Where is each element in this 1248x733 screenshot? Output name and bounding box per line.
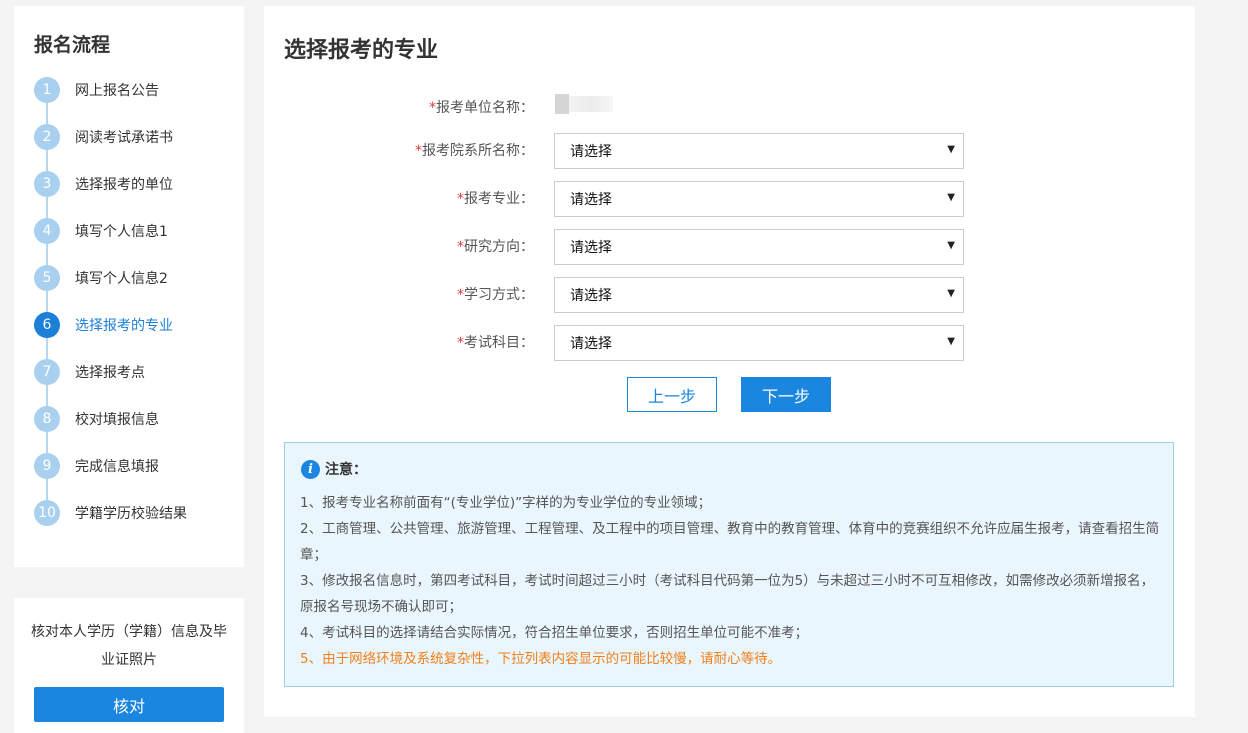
step-label: 填写个人信息1	[75, 224, 168, 240]
step-1: 1 网上报名公告	[34, 77, 159, 103]
label-text: 考试科目：	[464, 335, 534, 351]
department-select[interactable]: 请选择 ▼	[554, 133, 964, 169]
notice-box: i 注意： 1、报考专业名称前面有“(专业学位)”字样的为专业学位的专业领域； …	[284, 442, 1174, 687]
triangle-down-icon: ▼	[947, 288, 955, 299]
step-number: 1	[34, 77, 60, 103]
select-value: 请选择	[570, 336, 612, 352]
notice-item: 2、工商管理、公共管理、旅游管理、工程管理、及工程中的项目管理、教育中的教育管理…	[300, 521, 1160, 563]
select-value: 请选择	[570, 192, 612, 208]
required-mark: *	[429, 100, 436, 116]
prev-step-button[interactable]: 上一步	[627, 377, 717, 412]
sidebar-title: 报名流程	[34, 34, 111, 56]
required-mark: *	[457, 191, 464, 207]
redacted-block	[569, 96, 613, 112]
info-icon: i	[301, 459, 320, 479]
step-label: 选择报考的专业	[75, 318, 173, 334]
major-select[interactable]: 请选择 ▼	[554, 181, 964, 217]
process-sidebar: 报名流程 1 网上报名公告 2 阅读考试承诺书 3 选择报考的单位 4 填写个人…	[14, 6, 244, 567]
label-text: 研究方向：	[464, 239, 534, 255]
direction-label: *研究方向：	[264, 236, 534, 256]
step-number: 5	[34, 265, 60, 291]
required-mark: *	[457, 287, 464, 303]
study-mode-label: *学习方式：	[264, 284, 534, 304]
required-mark: *	[415, 143, 422, 159]
subjects-select[interactable]: 请选择 ▼	[554, 325, 964, 361]
step-connector-line	[46, 91, 48, 514]
step-label: 学籍学历校验结果	[75, 506, 187, 522]
label-text: 报考院系所名称：	[422, 143, 534, 159]
select-value: 请选择	[570, 240, 612, 256]
step-label: 网上报名公告	[75, 83, 159, 99]
step-6-current: 6 选择报考的专业	[34, 312, 173, 338]
step-5: 5 填写个人信息2	[34, 265, 168, 291]
step-9: 9 完成信息填报	[34, 453, 159, 479]
next-step-button[interactable]: 下一步	[741, 377, 831, 412]
redacted-block	[555, 94, 569, 114]
required-mark: *	[457, 239, 464, 255]
required-mark: *	[457, 335, 464, 351]
notice-item: 4、考试科目的选择请结合实际情况，符合招生单位要求，否则招生单位可能不准考；	[300, 625, 809, 641]
step-4: 4 填写个人信息1	[34, 218, 168, 244]
step-8: 8 校对填报信息	[34, 406, 159, 432]
subjects-label: *考试科目：	[264, 332, 534, 352]
department-label: *报考院系所名称：	[264, 140, 534, 160]
step-2: 2 阅读考试承诺书	[34, 124, 173, 150]
notice-item-warning: 5、由于网络环境及系统复杂性，下拉列表内容显示的可能比较慢，请耐心等待。	[300, 651, 782, 667]
triangle-down-icon: ▼	[947, 336, 955, 347]
notice-item: 1、报考专业名称前面有“(专业学位)”字样的为专业学位的专业领域；	[300, 495, 712, 511]
label-text: 报考专业：	[464, 191, 534, 207]
main-panel: 选择报考的专业 *报考单位名称： *报考院系所名称： 请选择 ▼ *报考专业： …	[264, 6, 1195, 717]
step-number: 10	[34, 500, 60, 526]
step-7: 7 选择报考点	[34, 359, 145, 385]
step-label: 填写个人信息2	[75, 271, 168, 287]
select-value: 请选择	[570, 144, 612, 160]
step-10: 10 学籍学历校验结果	[34, 500, 187, 526]
step-label: 校对填报信息	[75, 412, 159, 428]
unit-name-label: *报考单位名称：	[264, 97, 534, 117]
step-number: 2	[34, 124, 60, 150]
unit-name-value-redacted	[555, 94, 615, 114]
triangle-down-icon: ▼	[947, 240, 955, 251]
step-label: 完成信息填报	[75, 459, 159, 475]
label-text: 学习方式：	[464, 287, 534, 303]
notice-header: i 注意：	[301, 459, 367, 479]
step-label: 阅读考试承诺书	[75, 130, 173, 146]
verify-button[interactable]: 核对	[34, 687, 224, 722]
page-title: 选择报考的专业	[284, 38, 439, 63]
step-number: 4	[34, 218, 60, 244]
major-label: *报考专业：	[264, 188, 534, 208]
step-number: 6	[34, 312, 60, 338]
select-value: 请选择	[570, 288, 612, 304]
study-mode-select[interactable]: 请选择 ▼	[554, 277, 964, 313]
step-label: 选择报考点	[75, 365, 145, 381]
notice-item: 3、修改报名信息时，第四考试科目，考试时间超过三小时（考试科目代码第一位为5）与…	[300, 573, 1155, 615]
notice-title: 注意：	[325, 462, 367, 478]
step-number: 9	[34, 453, 60, 479]
step-3: 3 选择报考的单位	[34, 171, 173, 197]
step-label: 选择报考的单位	[75, 177, 173, 193]
step-number: 3	[34, 171, 60, 197]
verify-description: 核对本人学历（学籍）信息及毕业证照片	[31, 624, 227, 668]
direction-select[interactable]: 请选择 ▼	[554, 229, 964, 265]
step-number: 8	[34, 406, 60, 432]
triangle-down-icon: ▼	[947, 144, 955, 155]
verify-card: 核对本人学历（学籍）信息及毕业证照片 核对	[14, 598, 244, 733]
notice-list: 1、报考专业名称前面有“(专业学位)”字样的为专业学位的专业领域； 2、工商管理…	[300, 490, 1160, 672]
step-number: 7	[34, 359, 60, 385]
triangle-down-icon: ▼	[947, 192, 955, 203]
label-text: 报考单位名称：	[436, 100, 534, 116]
